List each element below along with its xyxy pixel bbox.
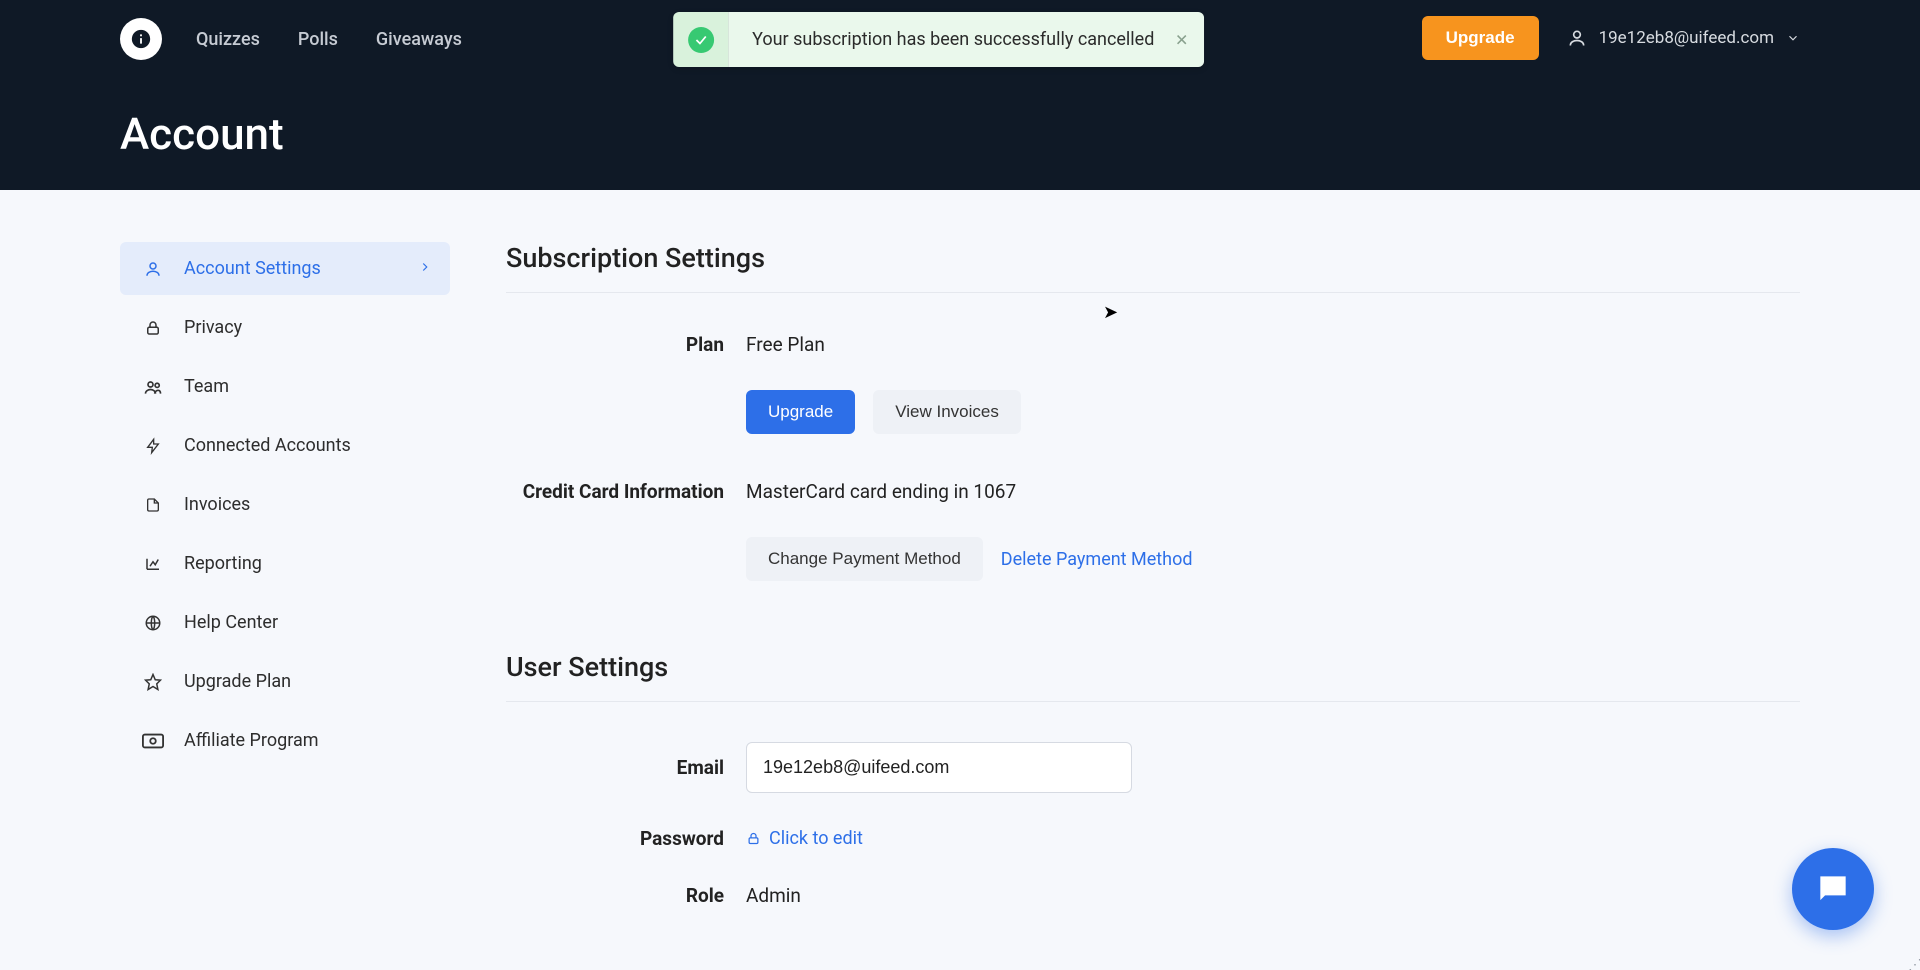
change-payment-button[interactable]: Change Payment Method (746, 537, 983, 581)
sidebar-item-label: Connected Accounts (184, 435, 351, 456)
edit-password-link[interactable]: Click to edit (746, 828, 863, 849)
sidebar-item-label: Account Settings (184, 258, 321, 279)
sidebar-item-privacy[interactable]: Privacy (120, 301, 450, 354)
credit-card-label: Credit Card Information (506, 480, 746, 503)
main-nav: Quizzes Polls Giveaways (196, 29, 462, 50)
chart-icon (142, 555, 164, 573)
chat-launcher[interactable] (1792, 848, 1874, 930)
view-invoices-button[interactable]: View Invoices (873, 390, 1021, 434)
nav-quizzes[interactable]: Quizzes (196, 29, 260, 50)
sidebar-item-label: Team (184, 376, 229, 397)
sidebar-item-affiliate-program[interactable]: Affiliate Program (120, 714, 450, 767)
upgrade-button[interactable]: Upgrade (1422, 16, 1539, 60)
lock-icon (746, 831, 761, 846)
toast-message: Your subscription has been successfully … (752, 29, 1154, 50)
nav-polls[interactable]: Polls (298, 29, 338, 50)
user-menu[interactable]: 19e12eb8@uifeed.com (1567, 28, 1800, 48)
credit-card-value: MasterCard card ending in 1067 (746, 480, 1016, 503)
file-icon (142, 496, 164, 514)
sidebar-item-help-center[interactable]: Help Center (120, 596, 450, 649)
sidebar-item-label: Reporting (184, 553, 262, 574)
toast-success: Your subscription has been successfully … (673, 12, 1204, 67)
nav-giveaways[interactable]: Giveaways (376, 29, 462, 50)
lock-icon (142, 319, 164, 337)
role-value: Admin (746, 884, 801, 907)
email-input[interactable] (746, 742, 1132, 793)
sidebar-item-label: Invoices (184, 494, 250, 515)
user-settings-heading: User Settings (506, 651, 1800, 702)
role-label: Role (506, 884, 746, 907)
subscription-settings-heading: Subscription Settings (506, 242, 1800, 293)
sidebar-item-upgrade-plan[interactable]: Upgrade Plan (120, 655, 450, 708)
sidebar-item-team[interactable]: Team (120, 360, 450, 413)
sidebar-item-connected-accounts[interactable]: Connected Accounts (120, 419, 450, 472)
app-logo[interactable] (120, 18, 162, 60)
main-content: Subscription Settings Plan Free Plan Upg… (506, 242, 1800, 941)
team-icon (142, 377, 164, 397)
chevron-down-icon (1786, 31, 1800, 45)
settings-sidebar: Account Settings Privacy Team Connected … (120, 242, 450, 941)
sidebar-item-account-settings[interactable]: Account Settings (120, 242, 450, 295)
resize-grip-icon: ⋰ (1908, 962, 1918, 968)
chevron-right-icon (418, 258, 432, 279)
chat-icon (1814, 870, 1852, 908)
sidebar-item-reporting[interactable]: Reporting (120, 537, 450, 590)
sidebar-item-invoices[interactable]: Invoices (120, 478, 450, 531)
password-label: Password (506, 827, 746, 850)
sidebar-item-label: Help Center (184, 612, 278, 633)
money-icon (142, 733, 164, 749)
user-email: 19e12eb8@uifeed.com (1599, 28, 1774, 48)
plan-upgrade-button[interactable]: Upgrade (746, 390, 855, 434)
globe-icon (142, 614, 164, 632)
check-circle-icon (673, 12, 728, 67)
sidebar-item-label: Affiliate Program (184, 730, 319, 751)
plan-value: Free Plan (746, 333, 825, 356)
plan-label: Plan (506, 333, 746, 356)
edit-password-text: Click to edit (769, 828, 863, 849)
delete-payment-link[interactable]: Delete Payment Method (1001, 549, 1193, 570)
bolt-icon (142, 437, 164, 455)
page-title: Account (120, 78, 1800, 160)
user-icon (1567, 28, 1587, 48)
toast-close-button[interactable]: ✕ (1175, 30, 1188, 49)
sidebar-item-label: Privacy (184, 317, 242, 338)
email-label: Email (506, 756, 746, 779)
sidebar-item-label: Upgrade Plan (184, 671, 291, 692)
star-icon (142, 673, 164, 691)
user-icon (142, 260, 164, 278)
